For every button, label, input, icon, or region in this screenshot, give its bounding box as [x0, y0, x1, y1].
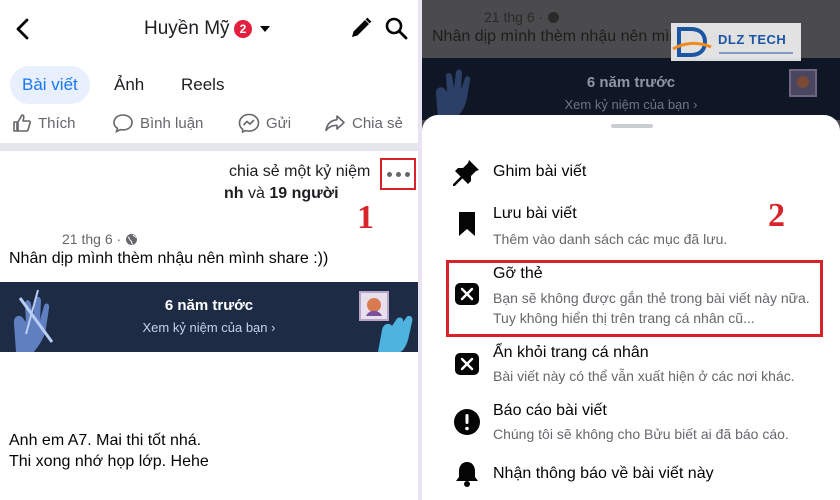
step-marker-2: 2 [768, 197, 785, 234]
comment-label: Bình luận [140, 114, 204, 132]
post-caption-line-1: Anh em A7. Mai thi tốt nhá. [9, 432, 202, 449]
messenger-icon [238, 113, 260, 133]
dimmed-post-meta: 21 thg 6 · [484, 9, 560, 25]
menu-item-post-notifications[interactable]: Nhận thông báo về bài viết này [422, 457, 840, 497]
notification-badge: 2 [234, 20, 252, 38]
menu-item-hide-from-profile[interactable]: Ẩn khỏi trang cá nhân Bài viết này có th… [422, 341, 840, 397]
menu-item-pin-post[interactable]: Ghim bài viết [422, 155, 840, 195]
bell-icon [452, 459, 482, 489]
back-icon[interactable] [12, 17, 34, 41]
report-icon [452, 407, 482, 437]
like-button[interactable]: Thích [12, 110, 76, 136]
menu-title: Gỡ thẻ [493, 265, 543, 282]
menu-title: Nhận thông báo về bài viết này [493, 465, 714, 482]
share-icon [325, 115, 345, 132]
menu-title: Lưu bài viết [493, 205, 577, 222]
photo-hand-sticker-icon [359, 291, 413, 352]
menu-title: Báo cáo bài viết [493, 402, 607, 419]
post-meta: 21 thg 6 · [62, 231, 138, 247]
profile-screen: Huyền Mỹ 2 Bài viết Ảnh Reels Thích Bình… [0, 0, 418, 500]
menu-title: Ghim bài viết [493, 163, 587, 180]
post-more-options-button[interactable] [380, 158, 416, 190]
memory-banner[interactable]: 6 năm trước Xem kỷ niệm của bạn › [0, 282, 418, 352]
post-date[interactable]: 21 thg 6 · [62, 231, 121, 247]
menu-description: Bài viết này có thể vẫn xuất hiện ở các … [493, 368, 795, 384]
profile-name[interactable]: Huyền Mỹ [144, 18, 230, 40]
menu-item-remove-tag[interactable]: Gỡ thẻ Bạn sẽ không được gắn thẻ trong b… [422, 263, 840, 335]
post-tagged-count[interactable]: 19 người [269, 185, 338, 202]
dimmed-post-date: 21 thg 6 · [484, 9, 544, 25]
menu-description: Bạn sẽ không được gắn thẻ trong bài viết… [493, 290, 810, 326]
caret-down-icon[interactable] [258, 21, 272, 37]
hand-sticker-icon [13, 289, 54, 352]
watermark-text: DLZ TECH [718, 32, 787, 47]
tab-reels[interactable]: Reels [181, 66, 224, 104]
globe-icon [548, 11, 560, 23]
globe-icon [126, 233, 138, 245]
post-author-fragment[interactable]: nh [224, 185, 244, 202]
share-button[interactable]: Chia sẻ [324, 110, 403, 136]
bookmark-icon [452, 209, 482, 239]
close-box-icon [452, 349, 482, 379]
step-marker-1: 1 [357, 199, 374, 236]
more-dot-icon [404, 171, 410, 177]
post-text: Nhân dịp mình thèm nhậu nên mình share :… [9, 250, 329, 267]
menu-title: Ẩn khỏi trang cá nhân [493, 344, 649, 361]
pencil-icon[interactable] [349, 16, 373, 40]
profile-tabs: Bài viết Ảnh Reels [0, 66, 418, 106]
menu-description: Chúng tôi sẽ không cho Bửu biết ai đã bá… [493, 426, 789, 442]
share-label: Chia sẻ [352, 114, 403, 132]
post-action-bar: Thích Bình luận Gửi Chia sẻ [0, 106, 418, 140]
dimmed-memory-subtitle: Xem kỷ niệm của bạn › [564, 97, 698, 112]
comment-button[interactable]: Bình luận [112, 110, 203, 136]
post-header-text: chia sẻ một kỷ niệm [229, 163, 371, 180]
post-options-sheet: Ghim bài viết Lưu bài viết Thêm vào danh… [422, 115, 840, 500]
tab-posts[interactable]: Bài viết [10, 66, 90, 104]
more-dot-icon [386, 171, 392, 177]
dimmed-memory-banner: 6 năm trước Xem kỷ niệm của bạn › [422, 58, 840, 120]
post-options-screen: 21 thg 6 · Nhân dịp mình thèm nhậu nên m… [422, 0, 840, 500]
photo-hand-sticker-icon [789, 69, 817, 97]
close-box-icon [452, 279, 482, 309]
post-joiner: và [248, 185, 265, 202]
dimmed-memory-title: 6 năm trước [586, 74, 676, 91]
send-button[interactable]: Gửi [238, 110, 291, 136]
menu-item-report-post[interactable]: Báo cáo bài viết Chúng tôi sẽ không cho … [422, 399, 840, 455]
pin-icon [452, 157, 482, 187]
profile-header: Huyền Mỹ 2 [0, 0, 418, 60]
tab-photos[interactable]: Ảnh [114, 66, 144, 104]
comment-icon [113, 114, 133, 133]
like-label: Thích [38, 114, 76, 132]
sheet-grabber[interactable] [611, 124, 653, 128]
send-label: Gửi [266, 114, 292, 132]
post-tagged-line: nh và 19 người [224, 185, 339, 203]
search-icon[interactable] [384, 16, 408, 40]
post-caption-line-2: Thi xong nhớ họp lớp. Hehe [9, 453, 209, 470]
more-dot-icon [395, 171, 401, 177]
section-divider [0, 143, 418, 151]
like-icon [13, 114, 31, 132]
